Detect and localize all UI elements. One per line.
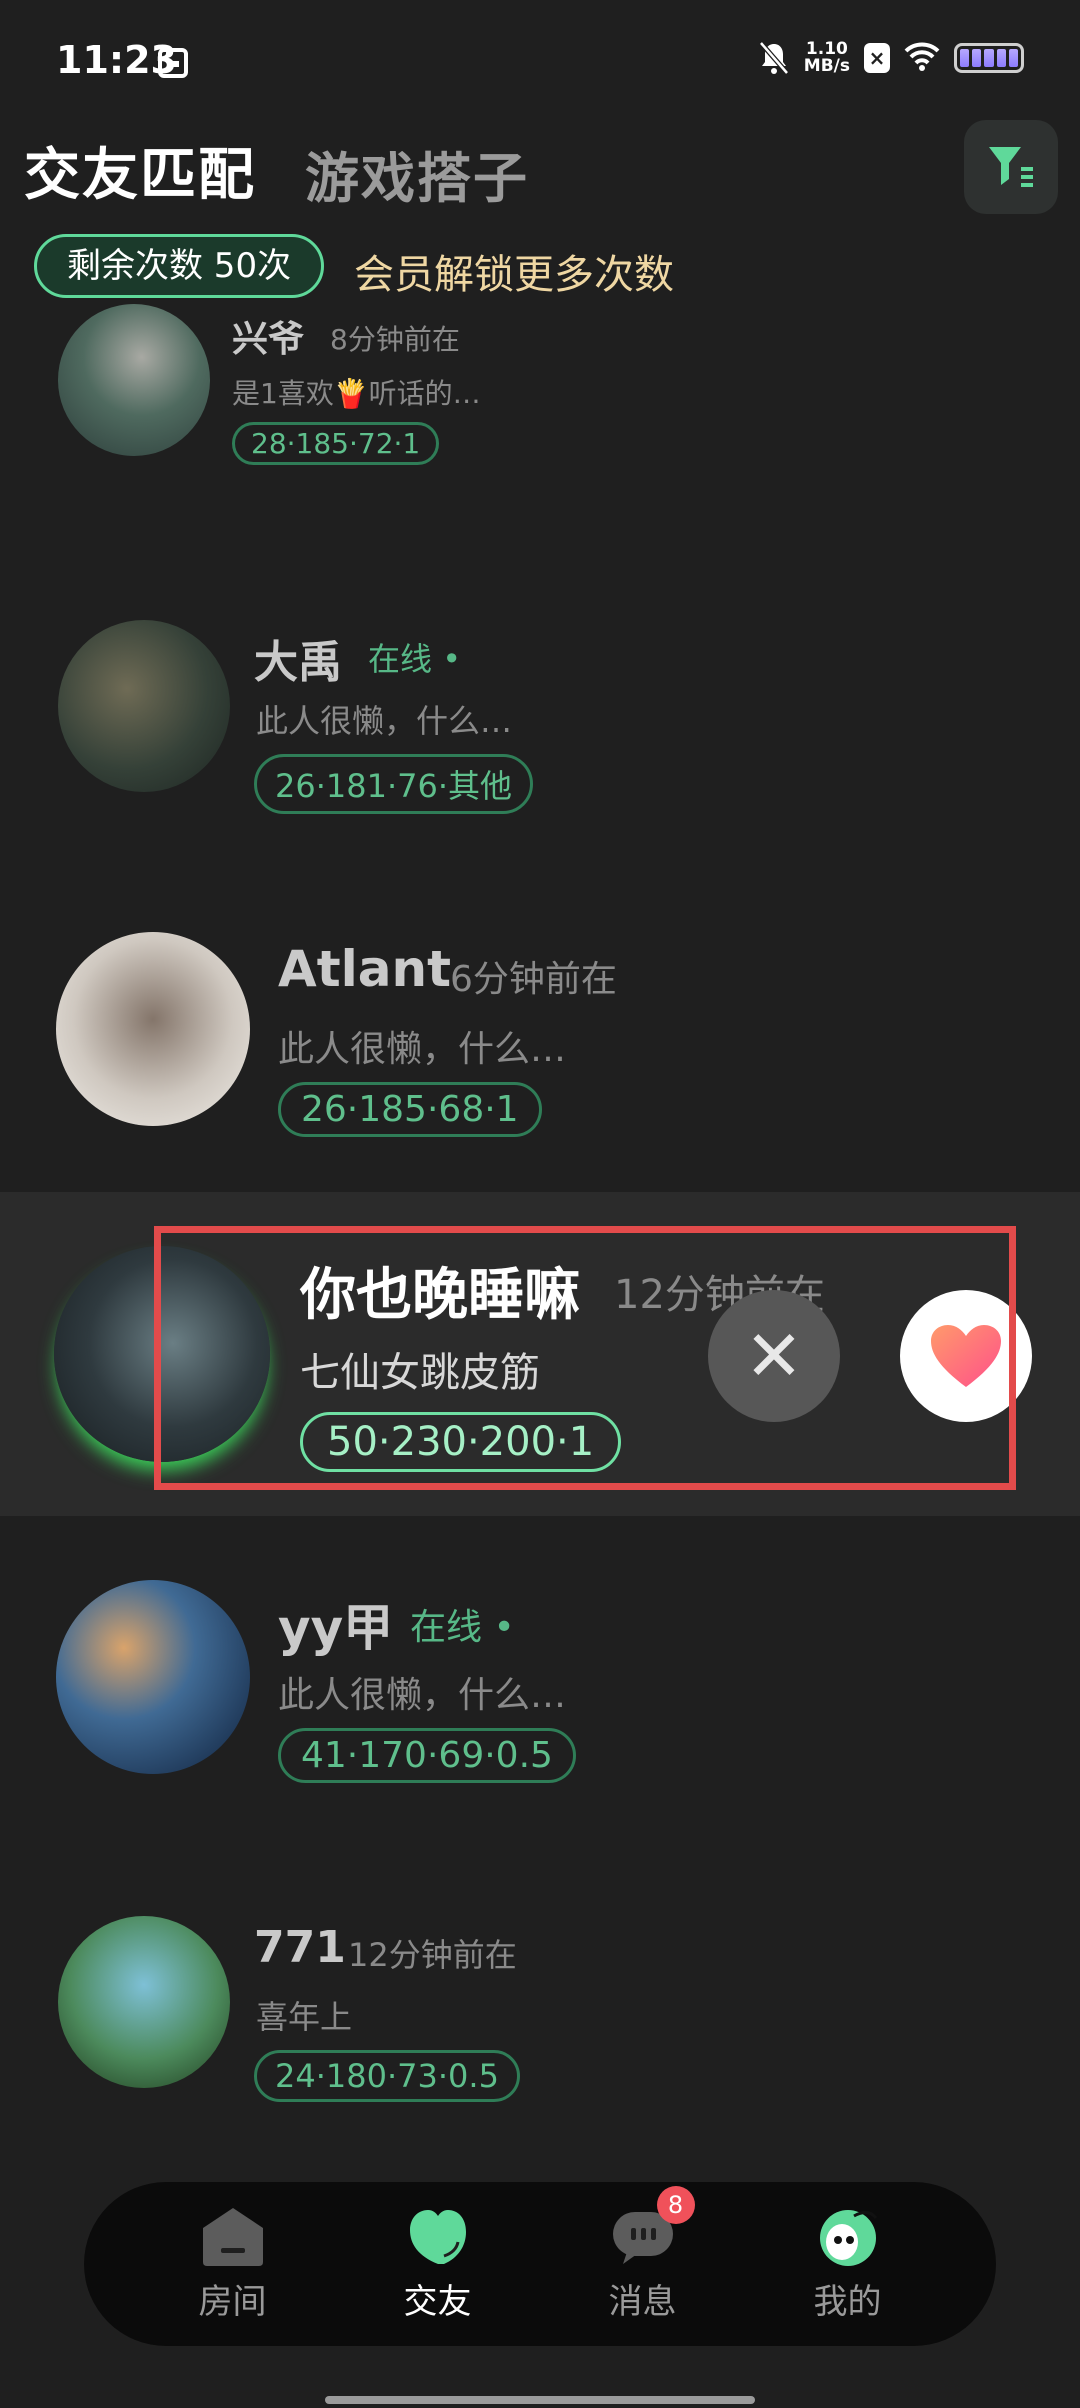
selection-highlight-frame [154,1226,1016,1490]
tab-friend-match[interactable]: 交友匹配 [24,130,256,211]
user-bio: 喜年上 [256,1998,353,2036]
user-tags: 28·185·72·1 [232,422,440,465]
nav-label: 消息 [608,2281,677,2322]
user-presence: 在线 [410,1598,515,1650]
nav-item-rooms[interactable]: 房间 [153,2206,313,2323]
unread-badge: 8 [656,2185,695,2224]
user-presence: 6分钟前在 [450,959,617,1000]
user-bio: 此人很懒，什么… [256,702,513,740]
user-bio: 此人很懒，什么… [278,1029,567,1070]
filter-button[interactable] [964,120,1058,214]
wifi-icon [904,41,940,75]
user-presence: 在线 [368,634,461,680]
user-name: yy甲 [278,1599,394,1657]
sim-card-icon [158,48,188,78]
tab-game-buddy[interactable]: 游戏搭子 [305,134,529,213]
nav-label: 交友 [403,2281,472,2322]
home-indicator[interactable] [325,2396,755,2404]
user-name: 兴爷 [232,319,305,360]
user-avatar[interactable] [58,304,210,456]
user-name: Atlant [278,940,451,998]
avatar-mascot-icon [819,2209,877,2266]
user-presence: 8分钟前在 [330,323,460,356]
user-avatar[interactable] [58,1916,230,2088]
user-avatar[interactable] [56,932,250,1126]
user-tags: 26·181·76·其他 [254,754,534,814]
user-avatar[interactable] [56,1580,250,1774]
user-presence: 12分钟前在 [348,1936,517,1974]
net-speed-unit: MB/s [803,56,850,76]
user-bio: 此人很懒，什么… [278,1675,567,1716]
filter-icon [989,147,1033,187]
nav-label: 我的 [813,2281,882,2322]
user-tags: 24·180·73·0.5 [254,2050,520,2102]
nav-item-friends[interactable]: 交友 [358,2206,518,2323]
status-icons: 1.10 MB/s × [758,40,1024,76]
status-bar: 11:23 1.10 MB/s × [0,0,1080,120]
user-tags: 41·170·69·0.5 [278,1728,576,1783]
bottom-navigation: 房间 交友 8 消息 我的 [84,2182,996,2346]
remaining-count-badge: 剩余次数 50次 [34,234,325,298]
bell-muted-icon [758,40,790,76]
x-notification-icon: × [864,43,890,73]
user-name: 大禹 [254,637,342,688]
nav-item-messages[interactable]: 8 消息 [563,2185,723,2323]
user-bio: 是1喜欢🍟听话的… [232,377,481,410]
nav-item-profile[interactable]: 我的 [768,2206,928,2323]
nav-label: 房间 [198,2281,267,2322]
network-speed: 1.10 MB/s [804,41,850,75]
user-name: 771 [254,1922,346,1973]
heart-chat-icon [409,2209,466,2264]
user-tags: 26·185·68·1 [278,1082,542,1137]
user-avatar[interactable] [58,620,230,792]
vip-unlock-link[interactable]: 会员解锁更多次数 [354,242,674,300]
house-icon [202,2207,263,2266]
battery-icon [954,43,1024,73]
